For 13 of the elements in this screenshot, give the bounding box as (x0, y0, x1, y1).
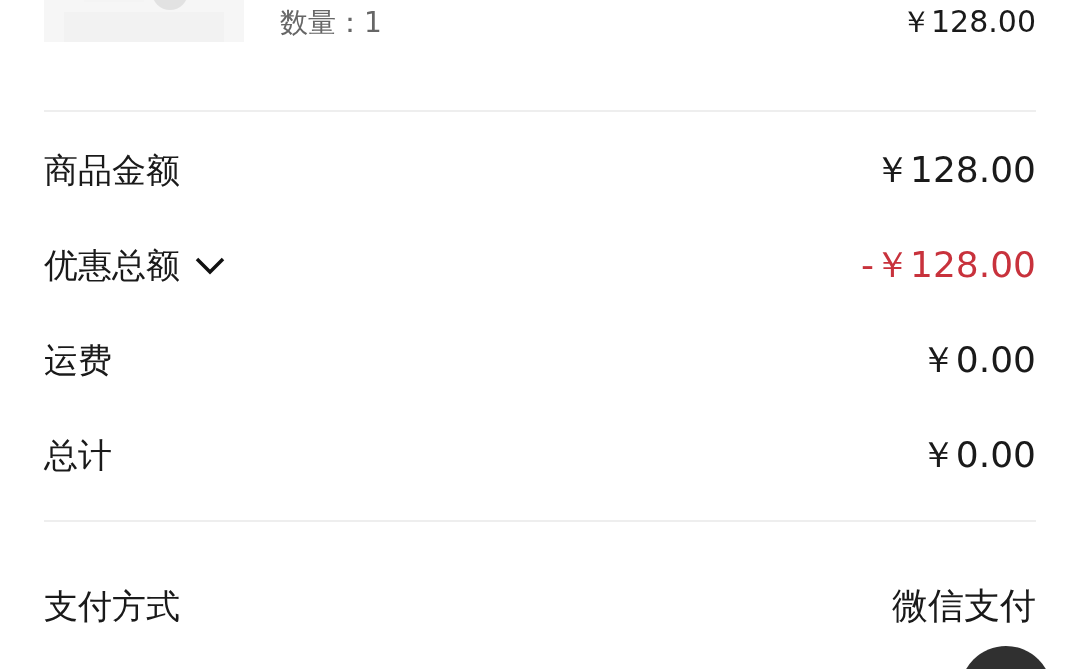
summary-label: 运费 (44, 338, 112, 382)
summary-value: ￥0.00 (919, 433, 1036, 477)
payment-label: 支付方式 (44, 584, 180, 628)
chevron-icon[interactable] (194, 255, 226, 276)
summary-value: ￥0.00 (919, 338, 1036, 382)
summary-value: ￥128.00 (874, 148, 1036, 192)
quantity-text: 数量：1 (280, 5, 383, 41)
product-price: ￥128.00 (901, 3, 1036, 41)
summary-value: -￥128.00 (861, 243, 1036, 287)
payment-method[interactable]: 微信支付 (892, 582, 1036, 631)
summary-label: 优惠总额 (44, 243, 180, 287)
summary-label: 总计 (44, 433, 112, 477)
summary-label: 商品金额 (44, 148, 180, 192)
